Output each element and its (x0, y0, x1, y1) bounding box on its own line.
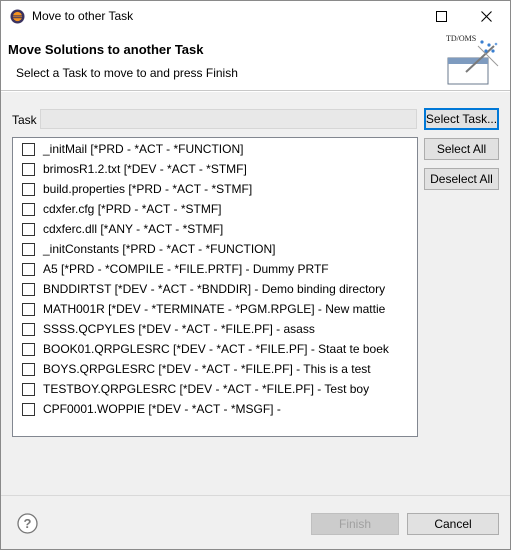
maximize-button[interactable] (424, 1, 458, 32)
footer-divider (1, 495, 510, 496)
eclipse-icon (10, 9, 25, 24)
banner-divider-highlight (1, 91, 510, 92)
list-item-label: CPF0001.WOPPIE [*DEV - *ACT - *MSGF] - (43, 402, 281, 416)
deselect-all-button[interactable]: Deselect All (424, 168, 499, 190)
list-item[interactable]: brimosR1.2.txt [*DEV - *ACT - *STMF] (13, 159, 417, 179)
list-item[interactable]: SSSS.QCPYLES [*DEV - *ACT - *FILE.PF] - … (13, 319, 417, 339)
dialog-window: Move to other Task Move Solutions to ano… (0, 0, 511, 550)
task-field[interactable] (40, 109, 417, 129)
list-item[interactable]: BNDDIRTST [*DEV - *ACT - *BNDDIR] - Demo… (13, 279, 417, 299)
maximize-icon (435, 11, 447, 22)
list-item[interactable]: cdxfer.cfg [*PRD - *ACT - *STMF] (13, 199, 417, 219)
solution-list[interactable]: _initMail [*PRD - *ACT - *FUNCTION] brimo… (12, 137, 418, 437)
list-item-label: TESTBOY.QRPGLESRC [*DEV - *ACT - *FILE.P… (43, 382, 370, 396)
list-item-label: SSSS.QCPYLES [*DEV - *ACT - *FILE.PF] - … (43, 322, 315, 336)
checkbox[interactable] (22, 303, 35, 316)
task-label: Task (12, 113, 37, 127)
checkbox[interactable] (22, 283, 35, 296)
list-item-label: build.properties [*PRD - *ACT - *STMF] (43, 182, 253, 196)
list-item-label: MATH001R [*DEV - *TERMINATE - *PGM.RPGLE… (43, 302, 386, 316)
select-task-button[interactable]: Select Task... (424, 108, 499, 130)
list-item-label: BOYS.QRPGLESRC [*DEV - *ACT - *FILE.PF] … (43, 362, 371, 376)
checkbox[interactable] (22, 163, 35, 176)
list-item-label: BOOK01.QRPGLESRC [*DEV - *ACT - *FILE.PF… (43, 342, 389, 356)
list-item-label: _initConstants [*PRD - *ACT - *FUNCTION] (43, 242, 276, 256)
checkbox[interactable] (22, 183, 35, 196)
window-title: Move to other Task (32, 9, 134, 23)
list-item-label: BNDDIRTST [*DEV - *ACT - *BNDDIR] - Demo… (43, 282, 386, 296)
close-button[interactable] (469, 1, 503, 32)
list-item[interactable]: BOOK01.QRPGLESRC [*DEV - *ACT - *FILE.PF… (13, 339, 417, 359)
checkbox[interactable] (22, 143, 35, 156)
svg-text:?: ? (24, 516, 32, 531)
list-item[interactable]: cdxferc.dll [*ANY - *ACT - *STMF] (13, 219, 417, 239)
list-item-label: cdxfer.cfg [*PRD - *ACT - *STMF] (43, 202, 222, 216)
list-item-label: _initMail [*PRD - *ACT - *FUNCTION] (43, 142, 244, 156)
wizard-banner: Move Solutions to another Task Select a … (1, 32, 510, 90)
banner-description: Select a Task to move to and press Finis… (16, 66, 238, 80)
checkbox[interactable] (22, 263, 35, 276)
list-item[interactable]: A5 [*PRD - *COMPILE - *FILE.PRTF] - Dumm… (13, 259, 417, 279)
finish-button[interactable]: Finish (311, 513, 399, 535)
list-item-label: cdxferc.dll [*ANY - *ACT - *STMF] (43, 222, 224, 236)
checkbox[interactable] (22, 343, 35, 356)
checkbox[interactable] (22, 203, 35, 216)
checkbox[interactable] (22, 223, 35, 236)
select-all-button[interactable]: Select All (424, 138, 499, 160)
list-item-label: A5 [*PRD - *COMPILE - *FILE.PRTF] - Dumm… (43, 262, 329, 276)
checkbox[interactable] (22, 363, 35, 376)
checkbox[interactable] (22, 323, 35, 336)
list-item[interactable]: CPF0001.WOPPIE [*DEV - *ACT - *MSGF] - (13, 399, 417, 419)
list-item[interactable]: _initMail [*PRD - *ACT - *FUNCTION] (13, 139, 417, 159)
close-icon (480, 11, 492, 22)
svg-text:TD/OMS: TD/OMS (446, 34, 476, 43)
cancel-button[interactable]: Cancel (407, 513, 499, 535)
title-bar: Move to other Task (1, 1, 510, 32)
checkbox[interactable] (22, 403, 35, 416)
td-oms-logo: TD/OMS (446, 34, 499, 85)
help-icon[interactable]: ? (17, 513, 38, 534)
list-item-label: brimosR1.2.txt [*DEV - *ACT - *STMF] (43, 162, 247, 176)
checkbox[interactable] (22, 383, 35, 396)
list-item[interactable]: TESTBOY.QRPGLESRC [*DEV - *ACT - *FILE.P… (13, 379, 417, 399)
checkbox[interactable] (22, 243, 35, 256)
list-item[interactable]: BOYS.QRPGLESRC [*DEV - *ACT - *FILE.PF] … (13, 359, 417, 379)
list-item[interactable]: MATH001R [*DEV - *TERMINATE - *PGM.RPGLE… (13, 299, 417, 319)
banner-title: Move Solutions to another Task (8, 42, 204, 57)
list-item[interactable]: build.properties [*PRD - *ACT - *STMF] (13, 179, 417, 199)
list-item[interactable]: _initConstants [*PRD - *ACT - *FUNCTION] (13, 239, 417, 259)
